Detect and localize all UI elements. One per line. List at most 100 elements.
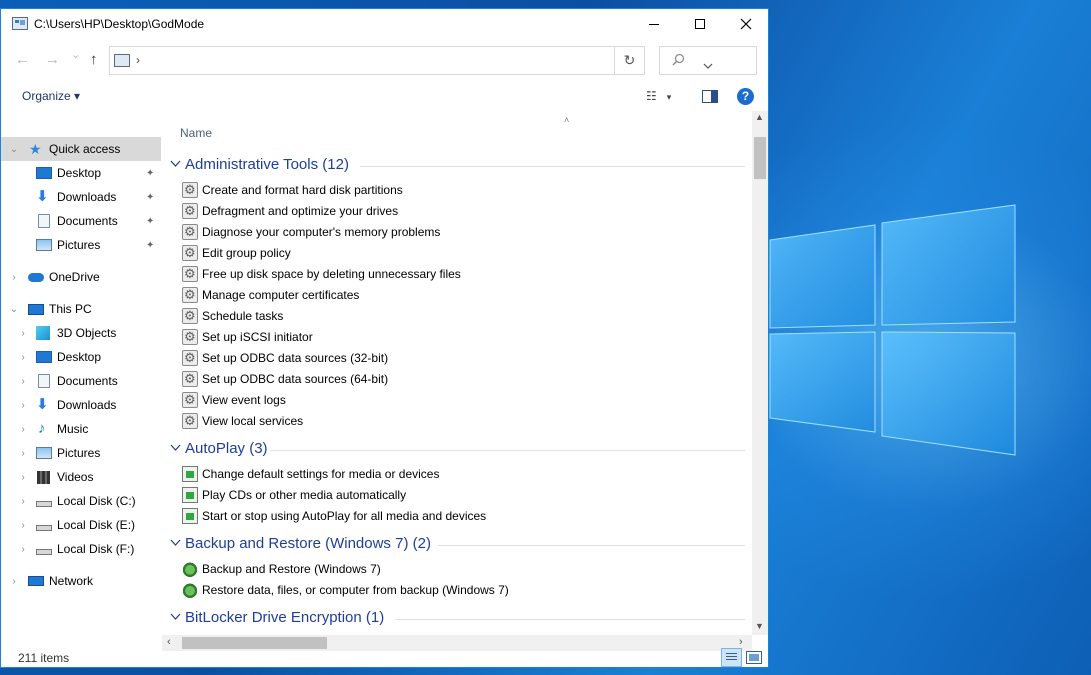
- list-item[interactable]: Defragment and optimize your drives: [180, 201, 740, 222]
- horizontal-scroll-thumb[interactable]: [182, 637, 327, 649]
- nav-documents[interactable]: › Documents: [1, 369, 161, 393]
- nav-quick-downloads[interactable]: ⬇ Downloads ✦: [1, 185, 161, 209]
- admin-tool-icon: [182, 329, 198, 345]
- nav-local-disk-c[interactable]: › Local Disk (C:): [1, 489, 161, 513]
- nav-desktop[interactable]: › Desktop: [1, 345, 161, 369]
- nav-network[interactable]: › Network: [1, 569, 161, 593]
- minimize-icon: [649, 23, 659, 25]
- maximize-button[interactable]: [677, 9, 723, 39]
- downloads-icon: ⬇: [36, 188, 49, 205]
- expand-chevron-icon[interactable]: ›: [18, 328, 28, 339]
- large-icons-view-button[interactable]: [746, 651, 762, 664]
- list-item[interactable]: View event logs: [180, 390, 740, 411]
- nav-local-disk-f[interactable]: › Local Disk (F:): [1, 537, 161, 561]
- expand-chevron-icon[interactable]: ›: [18, 544, 28, 555]
- list-item[interactable]: Change default settings for media or dev…: [180, 464, 740, 485]
- group-collapse-icon[interactable]: [170, 442, 181, 454]
- preview-pane-button[interactable]: [702, 90, 718, 103]
- nav-pictures[interactable]: › Pictures: [1, 441, 161, 465]
- nav-downloads[interactable]: › ⬇ Downloads: [1, 393, 161, 417]
- scroll-left-arrow-icon[interactable]: ‹: [167, 636, 171, 648]
- item-label: View local services: [202, 414, 304, 428]
- back-button[interactable]: ←: [15, 51, 30, 68]
- list-item[interactable]: Edit group policy: [180, 243, 740, 264]
- view-options-button[interactable]: ☷ ▾: [646, 89, 671, 103]
- admin-tool-icon: [182, 287, 198, 303]
- item-label: Backup and Restore (Windows 7): [202, 562, 381, 576]
- file-explorer-window: C:\Users\HP\Desktop\GodMode ← → ⌄ ↑ › ↻ …: [0, 8, 769, 668]
- item-label: View event logs: [202, 393, 286, 407]
- list-item[interactable]: Set up ODBC data sources (32-bit): [180, 348, 740, 369]
- scroll-down-arrow-icon[interactable]: ▼: [755, 621, 764, 631]
- list-item[interactable]: View local services: [180, 411, 740, 432]
- group-collapse-icon[interactable]: [170, 537, 181, 549]
- search-input[interactable]: [659, 46, 757, 75]
- list-item[interactable]: Create and format hard disk partitions: [180, 180, 740, 201]
- scroll-up-arrow-icon[interactable]: ▲: [755, 112, 764, 122]
- nav-label: Desktop: [57, 350, 102, 364]
- chevron-down-icon: ▾: [666, 92, 672, 102]
- expand-chevron-icon[interactable]: ›: [18, 400, 28, 411]
- minimize-button[interactable]: [631, 9, 677, 39]
- list-item[interactable]: Schedule tasks: [180, 306, 740, 327]
- scroll-right-arrow-icon[interactable]: ›: [739, 636, 743, 648]
- collapse-chevron-icon[interactable]: ⌄: [9, 144, 19, 155]
- item-label: Manage computer certificates: [202, 288, 360, 302]
- nav-3d-objects[interactable]: › 3D Objects: [1, 321, 161, 345]
- title-bar[interactable]: C:\Users\HP\Desktop\GodMode: [1, 9, 768, 39]
- help-button[interactable]: ?: [737, 88, 754, 105]
- list-item[interactable]: Backup and Restore (Windows 7): [180, 559, 740, 580]
- group-header[interactable]: Administrative Tools (12): [170, 154, 745, 178]
- list-item[interactable]: Set up ODBC data sources (64-bit): [180, 369, 740, 390]
- list-item[interactable]: Restore data, files, or computer from ba…: [180, 580, 740, 601]
- group-title: Backup and Restore (Windows 7) (2): [185, 535, 431, 552]
- nav-music[interactable]: › ♪ Music: [1, 417, 161, 441]
- nav-quick-access[interactable]: ⌄ ★ Quick access: [1, 137, 161, 161]
- address-bar[interactable]: ›: [109, 46, 713, 75]
- up-button[interactable]: ↑: [90, 51, 98, 68]
- list-item[interactable]: Diagnose your computer's memory problems: [180, 222, 740, 243]
- group-collapse-icon[interactable]: [170, 158, 181, 170]
- nav-quick-documents[interactable]: Documents ✦: [1, 209, 161, 233]
- column-header-name[interactable]: Name: [180, 126, 212, 140]
- list-item[interactable]: Manage computer certificates: [180, 285, 740, 306]
- vertical-scrollbar[interactable]: ▲ ▼: [752, 111, 768, 635]
- nav-quick-pictures[interactable]: Pictures ✦: [1, 233, 161, 257]
- group-header[interactable]: Backup and Restore (Windows 7) (2): [170, 533, 745, 557]
- drive-icon: [36, 500, 52, 507]
- organize-button[interactable]: Organize ▾: [22, 89, 80, 103]
- collapse-chevron-icon[interactable]: ⌄: [9, 304, 19, 315]
- refresh-button[interactable]: ↻: [615, 46, 645, 75]
- expand-chevron-icon[interactable]: ›: [9, 576, 19, 587]
- path-chevron-icon[interactable]: ›: [136, 53, 140, 67]
- details-view-button[interactable]: [721, 648, 742, 667]
- recent-locations-button[interactable]: ⌄: [71, 48, 80, 61]
- horizontal-scrollbar[interactable]: ‹ ›: [162, 635, 752, 651]
- list-item[interactable]: Play CDs or other media automatically: [180, 485, 740, 506]
- expand-chevron-icon[interactable]: ›: [18, 376, 28, 387]
- autoplay-icon: [182, 466, 198, 482]
- forward-button[interactable]: →: [45, 51, 60, 68]
- group-header[interactable]: BitLocker Drive Encryption (1): [170, 607, 745, 631]
- expand-chevron-icon[interactable]: ›: [18, 472, 28, 483]
- nav-videos[interactable]: › Videos: [1, 465, 161, 489]
- group-header[interactable]: AutoPlay (3): [170, 438, 745, 462]
- list-item[interactable]: Start or stop using AutoPlay for all med…: [180, 506, 740, 527]
- expand-chevron-icon[interactable]: ›: [18, 448, 28, 459]
- group-collapse-icon[interactable]: [170, 611, 181, 623]
- expand-chevron-icon[interactable]: ›: [18, 496, 28, 507]
- list-item[interactable]: Set up iSCSI initiator: [180, 327, 740, 348]
- pictures-icon: [36, 239, 52, 251]
- list-item[interactable]: Free up disk space by deleting unnecessa…: [180, 264, 740, 285]
- expand-chevron-icon[interactable]: ›: [18, 520, 28, 531]
- nav-quick-desktop[interactable]: Desktop ✦: [1, 161, 161, 185]
- expand-chevron-icon[interactable]: ›: [9, 272, 19, 283]
- nav-local-disk-e[interactable]: › Local Disk (E:): [1, 513, 161, 537]
- expand-chevron-icon[interactable]: ›: [18, 424, 28, 435]
- nav-this-pc[interactable]: ⌄ This PC: [1, 297, 161, 321]
- vertical-scroll-thumb[interactable]: [754, 137, 766, 179]
- expand-chevron-icon[interactable]: ›: [18, 352, 28, 363]
- close-button[interactable]: [723, 9, 769, 39]
- nav-onedrive[interactable]: › OneDrive: [1, 265, 161, 289]
- item-label: Restore data, files, or computer from ba…: [202, 583, 509, 597]
